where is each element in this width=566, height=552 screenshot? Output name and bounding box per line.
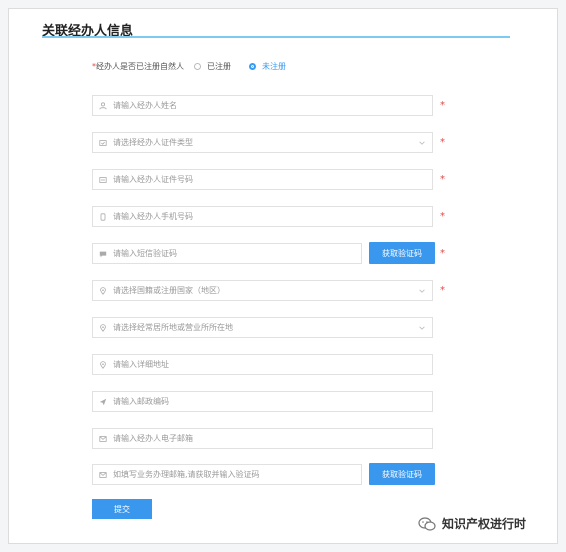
send-icon	[99, 398, 107, 405]
radio-unregistered[interactable]: 未注册	[249, 61, 286, 72]
get-sms-code-button[interactable]: 获取验证码	[369, 242, 435, 264]
chevron-down-icon	[419, 141, 425, 145]
mail-icon	[99, 435, 107, 442]
radio-registered[interactable]: 已注册	[194, 61, 231, 72]
get-email-code-button[interactable]: 获取验证码	[369, 463, 435, 485]
email-placeholder: 请输入经办人电子邮箱	[113, 434, 193, 443]
required-mark: *	[440, 211, 445, 222]
chevron-down-icon	[419, 326, 425, 330]
nationality-select[interactable]: 请选择国籍或注册国家（地区）	[92, 280, 433, 301]
registration-radio-group: * 经办人是否已注册自然人 已注册 未注册	[92, 58, 286, 74]
radio-registered-label: 已注册	[207, 61, 231, 71]
required-mark: *	[440, 174, 445, 185]
submit-button[interactable]: 提交	[92, 499, 152, 519]
name-input[interactable]: 请输入经办人姓名	[92, 95, 433, 116]
location-icon	[100, 360, 106, 369]
chevron-down-icon	[419, 289, 425, 293]
watermark: 知识产权进行时	[418, 515, 526, 532]
phone-placeholder: 请输入经办人手机号码	[113, 212, 193, 221]
address-placeholder: 请输入详细地址	[113, 360, 169, 369]
wechat-icon	[418, 516, 436, 531]
required-mark: *	[440, 285, 445, 296]
location-icon	[100, 323, 106, 332]
watermark-text: 知识产权进行时	[442, 517, 527, 531]
business-email-code-placeholder: 如填写业务办理邮箱,请获取并输入验证码	[113, 470, 260, 479]
address-input[interactable]: 请输入详细地址	[92, 354, 433, 375]
phone-icon	[100, 212, 106, 221]
card-icon	[99, 176, 107, 183]
email-input[interactable]: 请输入经办人电子邮箱	[92, 428, 433, 449]
section-title-underline	[42, 36, 510, 38]
id-type-placeholder: 请选择经办人证件类型	[113, 138, 193, 147]
residence-placeholder: 请选择经常居所地或营业所所在地	[113, 323, 233, 332]
phone-input[interactable]: 请输入经办人手机号码	[92, 206, 433, 227]
user-icon	[99, 101, 107, 109]
location-icon	[100, 286, 106, 295]
message-icon	[99, 251, 107, 257]
sms-code-input[interactable]: 请输入短信验证码	[92, 243, 362, 264]
radio-circle-checked-icon	[249, 62, 256, 70]
required-mark: *	[440, 248, 445, 259]
nationality-placeholder: 请选择国籍或注册国家（地区）	[113, 286, 225, 295]
required-mark: *	[440, 137, 445, 148]
id-number-input[interactable]: 请输入经办人证件号码	[92, 169, 433, 190]
postal-code-input[interactable]: 请输入邮政编码	[92, 391, 433, 412]
radio-unregistered-label: 未注册	[262, 61, 286, 71]
mail-icon	[99, 471, 107, 478]
id-card-icon	[99, 139, 107, 146]
business-email-code-input[interactable]: 如填写业务办理邮箱,请获取并输入验证码	[92, 464, 362, 485]
registration-label: 经办人是否已注册自然人	[96, 61, 184, 71]
id-type-select[interactable]: 请选择经办人证件类型	[92, 132, 433, 153]
name-input-placeholder: 请输入经办人姓名	[113, 101, 177, 110]
required-mark: *	[440, 100, 445, 111]
sms-code-placeholder: 请输入短信验证码	[113, 249, 177, 258]
residence-select[interactable]: 请选择经常居所地或营业所所在地	[92, 317, 433, 338]
id-number-placeholder: 请输入经办人证件号码	[113, 175, 193, 184]
postal-code-placeholder: 请输入邮政编码	[113, 397, 169, 406]
radio-circle-icon	[194, 62, 201, 70]
